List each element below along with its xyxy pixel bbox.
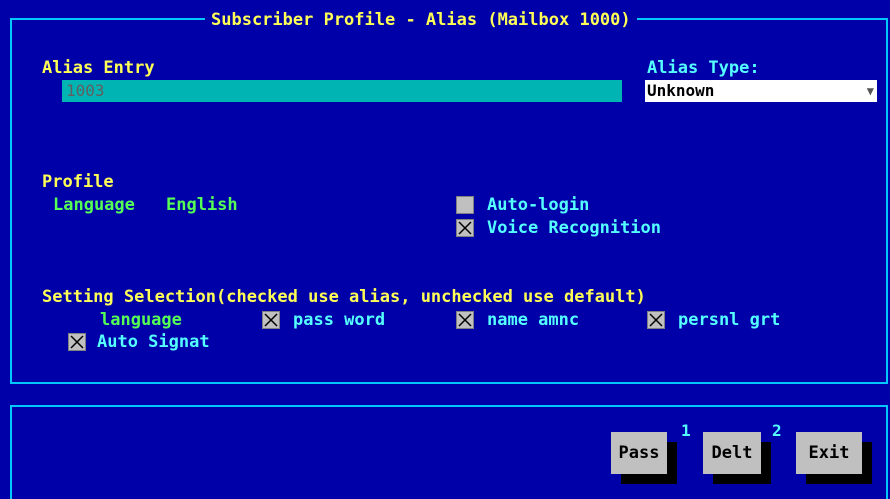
- profile-language-label: Language: [53, 195, 135, 215]
- persnl-grt-checkbox[interactable]: [647, 311, 665, 329]
- check-x-icon: [649, 313, 663, 327]
- delt-badge: 2: [772, 421, 782, 440]
- auto-signat-checkbox[interactable]: [68, 333, 86, 351]
- check-x-icon: [70, 335, 84, 349]
- alias-type-value: Unknown: [647, 81, 715, 100]
- voice-recognition-checkbox[interactable]: [456, 219, 474, 237]
- auto-login-label: Auto-login: [487, 195, 590, 215]
- voice-recognition-label: Voice Recognition: [487, 218, 661, 238]
- check-x-icon: [458, 221, 472, 235]
- auto-signat-label: Auto Signat: [97, 332, 210, 352]
- chevron-down-icon[interactable]: ▼: [867, 80, 874, 102]
- persnl-grt-label: persnl grt: [678, 310, 781, 330]
- pass-button[interactable]: Pass: [611, 432, 667, 474]
- profile-heading: Profile: [42, 172, 114, 192]
- alias-entry-label: Alias Entry: [42, 58, 155, 78]
- alias-type-label: Alias Type:: [647, 58, 760, 78]
- name-amnc-label: name amnc: [487, 310, 580, 330]
- window-title: Subscriber Profile - Alias (Mailbox 1000…: [205, 10, 637, 30]
- auto-login-checkbox[interactable]: [456, 196, 474, 214]
- check-x-icon: [264, 313, 278, 327]
- setting-language-label: language: [100, 310, 182, 330]
- alias-type-select[interactable]: Unknown ▼: [645, 80, 877, 102]
- setting-selection-heading: Setting Selection(checked use alias, unc…: [42, 287, 646, 307]
- pass-badge: 1: [681, 421, 691, 440]
- check-x-icon: [458, 313, 472, 327]
- password-checkbox[interactable]: [262, 311, 280, 329]
- name-amnc-checkbox[interactable]: [456, 311, 474, 329]
- password-label: pass word: [293, 310, 386, 330]
- profile-language-value: English: [166, 195, 238, 215]
- alias-entry-input[interactable]: 1003: [62, 80, 622, 102]
- exit-button[interactable]: Exit: [796, 432, 862, 474]
- delt-button[interactable]: Delt: [703, 432, 761, 474]
